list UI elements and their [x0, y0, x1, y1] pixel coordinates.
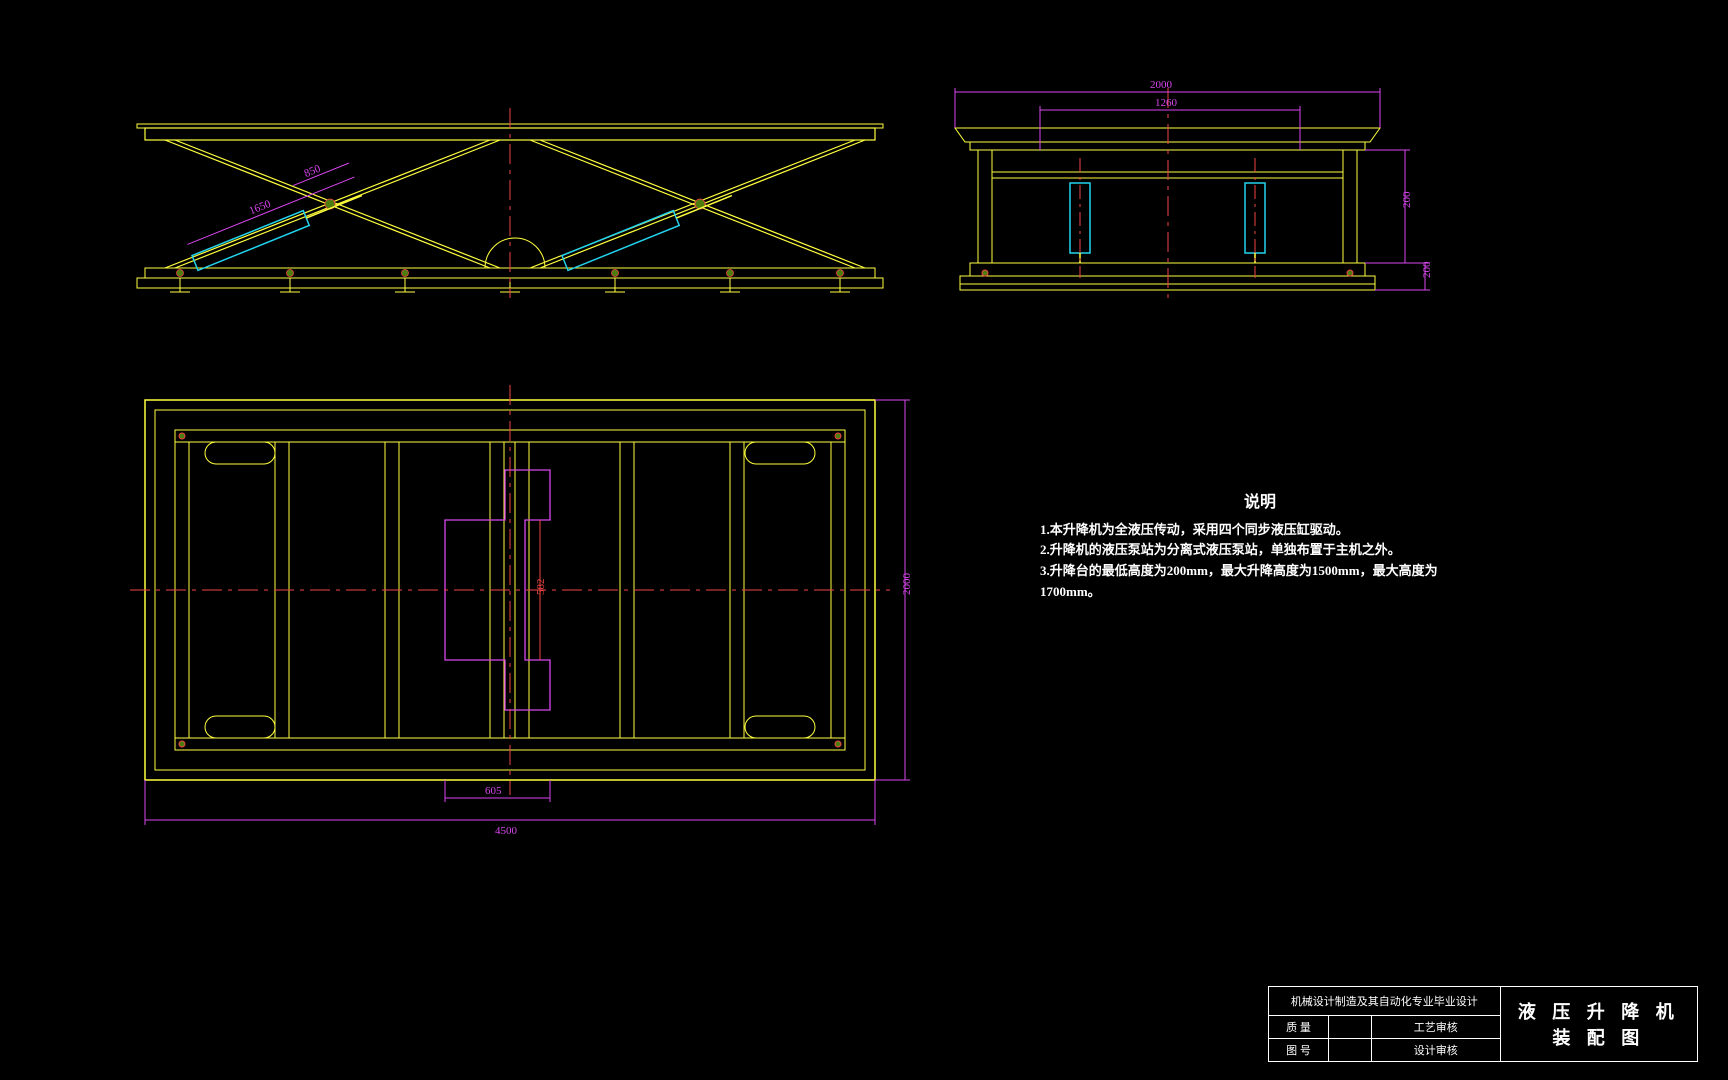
dim-plan-iw: 605 [485, 785, 502, 797]
dim-plan-h: 2000 [901, 573, 913, 596]
title-block: 机械设计制造及其自动化专业毕业设计 液 压 升 降 机 装 配 图 质 量 工艺… [1268, 986, 1698, 1062]
description-block: 说明 1.本升降机为全液压传动，采用四个同步液压缸驱动。 2.升降机的液压泵站为… [1040, 490, 1480, 603]
dim-cyl-ext: 850 [303, 162, 323, 179]
side-elevation: 2000 1260 200 200 [955, 79, 1433, 303]
description-line-2: 2.升降机的液压泵站为分离式液压泵站，单独布置于主机之外。 [1040, 540, 1480, 561]
cylinder-left [192, 188, 365, 270]
cylinder-right [562, 188, 735, 270]
dim-side-h: 200 [1401, 191, 1413, 208]
tb-r2c2: 设计审核 [1371, 1039, 1500, 1062]
dim-cyl-full: 1650 [248, 198, 273, 218]
front-elevation: 1650 850 [137, 108, 883, 298]
dim-side-width: 2000 [1150, 79, 1173, 91]
description-heading: 说明 [1040, 490, 1480, 516]
dim-plan-w: 4500 [495, 825, 518, 837]
description-line-1: 1.本升降机为全液压传动，采用四个同步液压缸驱动。 [1040, 520, 1480, 541]
dim-plan-ih: 582 [535, 579, 547, 596]
tb-r1c2: 工艺审核 [1371, 1016, 1500, 1039]
drawing-title: 液 压 升 降 机 装 配 图 [1500, 987, 1697, 1062]
titleblock-header: 机械设计制造及其自动化专业毕业设计 [1269, 987, 1501, 1016]
description-line-3: 3.升降台的最低高度为200mm，最大升降高度为1500mm，最大高度为1700… [1040, 561, 1480, 603]
tb-r2c1: 图 号 [1269, 1039, 1329, 1062]
plan-view: 4500 605 2000 582 [130, 385, 913, 837]
dim-side-inner: 1260 [1155, 97, 1178, 109]
tb-r1c1: 质 量 [1269, 1016, 1329, 1039]
dim-side-min: 200 [1421, 261, 1433, 278]
